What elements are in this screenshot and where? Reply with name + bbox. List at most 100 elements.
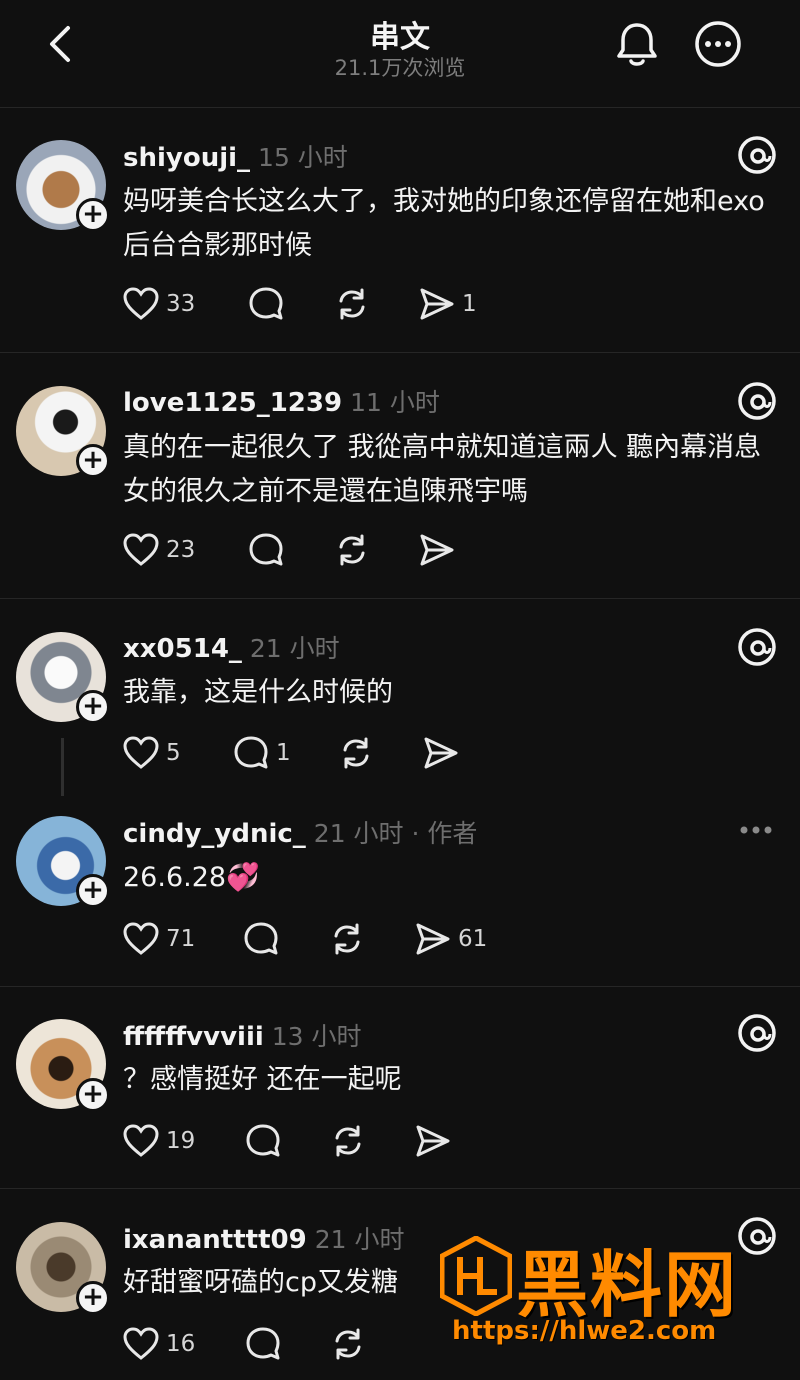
divider — [0, 352, 800, 353]
send-icon — [424, 737, 458, 769]
comment-icon — [249, 287, 283, 320]
like-count: 16 — [166, 1331, 196, 1357]
username: ffffffvvviii — [123, 1022, 264, 1052]
threads-icon[interactable] — [736, 1012, 778, 1054]
post-text: ？感情挺好 还在一起呢 — [123, 1064, 402, 1095]
view-count: 21.1万次浏览 — [334, 56, 466, 80]
comment-icon — [246, 1327, 280, 1360]
divider — [0, 986, 800, 987]
share-count: 1 — [462, 291, 477, 317]
follow-plus-button[interactable]: + — [76, 690, 110, 724]
like-button[interactable]: 5 — [122, 733, 181, 773]
top-bar: 串文 21.1万次浏览 — [0, 0, 800, 108]
post-author[interactable]: ffffffvvviii 13 小时 — [123, 1017, 362, 1053]
post-author[interactable]: cindy_ydnic_ 21 小时 · 作者 — [123, 814, 477, 850]
username: xx0514_ — [123, 634, 242, 664]
more-dots-icon[interactable] — [736, 820, 776, 840]
watermark-logo-icon — [440, 1236, 512, 1316]
post-text: 26.6.28💞 — [123, 862, 260, 893]
share-button[interactable] — [418, 530, 456, 570]
repost-button[interactable] — [337, 733, 375, 773]
like-count: 71 — [166, 926, 196, 952]
repost-button[interactable] — [328, 919, 366, 959]
threads-icon[interactable] — [736, 626, 778, 668]
follow-plus-button[interactable]: + — [76, 1078, 110, 1112]
threads-icon[interactable] — [736, 1215, 778, 1257]
comment-icon — [246, 1124, 280, 1157]
like-count: 5 — [166, 740, 181, 766]
divider — [0, 598, 800, 599]
comment-button[interactable] — [247, 530, 285, 570]
like-button[interactable]: 23 — [122, 530, 195, 570]
post-time: 21 小时 — [314, 1225, 405, 1254]
heart-icon — [123, 1124, 159, 1157]
follow-plus-button[interactable]: + — [76, 444, 110, 478]
repost-button[interactable] — [333, 530, 371, 570]
heart-icon — [123, 287, 159, 320]
bell-icon[interactable] — [614, 20, 660, 70]
send-icon — [416, 923, 450, 955]
like-button[interactable]: 16 — [122, 1324, 195, 1364]
username: cindy_ydnic_ — [123, 819, 306, 849]
send-icon — [416, 1125, 450, 1157]
heart-icon — [123, 533, 159, 566]
repost-icon — [335, 1328, 361, 1360]
repost-icon — [339, 534, 365, 566]
post-author[interactable]: xx0514_ 21 小时 — [123, 629, 340, 665]
share-count: 61 — [458, 926, 488, 952]
share-button[interactable]: 1 — [418, 284, 477, 324]
post-time: 13 小时 — [271, 1022, 362, 1051]
comment-button[interactable] — [244, 1121, 282, 1161]
repost-icon — [343, 737, 369, 769]
heart-icon — [123, 1327, 159, 1360]
repost-icon — [334, 923, 360, 955]
more-options-icon[interactable] — [694, 20, 742, 68]
comment-icon — [249, 533, 283, 566]
thread-connector — [61, 738, 64, 796]
comment-icon — [244, 922, 278, 955]
share-button[interactable] — [422, 733, 460, 773]
threads-icon[interactable] — [736, 380, 778, 422]
post-time: 21 小时 · 作者 — [313, 819, 478, 848]
repost-icon — [335, 1125, 361, 1157]
repost-button[interactable] — [333, 284, 371, 324]
comment-button[interactable] — [244, 1324, 282, 1364]
like-button[interactable]: 71 — [122, 919, 195, 959]
repost-button[interactable] — [329, 1324, 367, 1364]
like-count: 19 — [166, 1128, 196, 1154]
send-icon — [420, 534, 454, 566]
like-count: 23 — [166, 537, 196, 563]
post-text: 真的在一起很久了 我從高中就知道這兩人 聽內幕消息 女的很久之前不是還在追陳飛宇… — [123, 432, 762, 507]
comment-button[interactable] — [247, 284, 291, 324]
watermark-url: https://hlwe2.com — [452, 1316, 717, 1346]
share-button[interactable]: 61 — [414, 919, 487, 959]
post-author[interactable]: shiyouji_ 15 小时 — [123, 138, 348, 174]
threads-icon[interactable] — [736, 134, 778, 176]
repost-icon — [339, 288, 365, 320]
post-author[interactable]: ixanantttt09 21 小时 — [123, 1220, 404, 1256]
follow-plus-button[interactable]: + — [76, 198, 110, 232]
heart-icon — [123, 736, 159, 769]
follow-plus-button[interactable]: + — [76, 874, 110, 908]
like-count: 33 — [166, 291, 196, 317]
like-button[interactable]: 33 — [122, 284, 195, 324]
divider — [0, 1188, 800, 1189]
post-time: 21 小时 — [249, 634, 340, 663]
share-button[interactable] — [414, 1121, 452, 1161]
like-button[interactable]: 19 — [122, 1121, 195, 1161]
comment-button[interactable]: 1 — [232, 733, 291, 773]
repost-button[interactable] — [329, 1121, 367, 1161]
post-text: 我靠，这是什么时候的 — [123, 677, 393, 708]
follow-plus-button[interactable]: + — [76, 1281, 110, 1315]
send-icon — [420, 288, 454, 320]
username: love1125_1239 — [123, 388, 343, 418]
post-time: 11 小时 — [350, 388, 440, 417]
post-text: 妈呀美合长这么大了，我对她的印象还停留在她和exo后台合影那时候 — [123, 186, 765, 261]
post-author[interactable]: love1125_1239 11 小时 — [123, 383, 440, 419]
comment-count: 1 — [276, 740, 291, 766]
comment-icon — [234, 736, 268, 769]
heart-icon — [123, 922, 159, 955]
comment-button[interactable] — [242, 919, 280, 959]
username: shiyouji_ — [123, 143, 251, 173]
page-title: 串文 — [370, 20, 430, 55]
